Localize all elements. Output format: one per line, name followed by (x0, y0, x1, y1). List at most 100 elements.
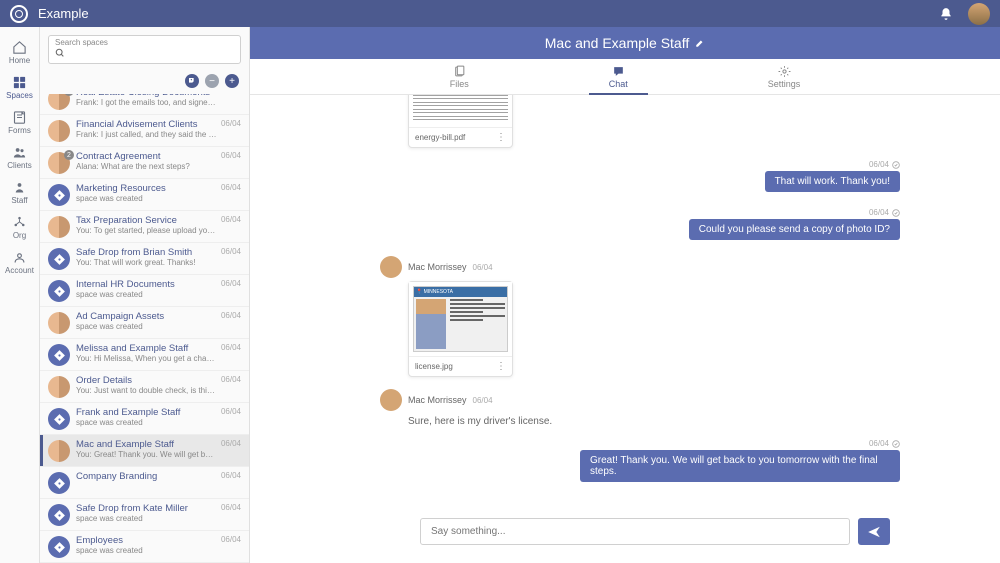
message: Mac Morrissey06/04Sure, here is my drive… (380, 389, 900, 427)
message-author: Mac Morrissey (408, 395, 467, 405)
nav-label: Clients (7, 161, 31, 170)
space-name: Company Branding (76, 471, 217, 482)
edit-title-icon[interactable] (695, 38, 705, 48)
nav-account[interactable]: Account (0, 245, 39, 280)
spaces-list[interactable]: 2Real Estate Closing DocumentsFrank: I g… (40, 94, 249, 563)
brand-logo[interactable] (10, 5, 28, 23)
search-input[interactable] (69, 47, 234, 58)
space-item[interactable]: Safe Drop from Kate Millerspace was crea… (40, 499, 249, 531)
space-preview: space was created (76, 290, 217, 299)
space-avatar-people (48, 94, 70, 110)
message-time: 06/04 (869, 160, 900, 169)
add-chat-button[interactable] (185, 74, 199, 88)
space-preview: You: That will work great. Thanks! (76, 258, 217, 267)
file-menu-icon[interactable]: ⋮ (496, 132, 506, 143)
space-item[interactable]: 2Contract AgreementAlana: What are the n… (40, 147, 249, 179)
spaces-sidebar: Search spaces − + 2Real Estate Closing D… (40, 27, 250, 563)
space-item[interactable]: Mac and Example StaffYou: Great! Thank y… (40, 435, 249, 467)
space-name: Frank and Example Staff (76, 407, 217, 418)
space-item[interactable]: Frank and Example Staffspace was created… (40, 403, 249, 435)
nav-home[interactable]: Home (0, 35, 39, 70)
space-name: Melissa and Example Staff (76, 343, 217, 354)
message-input[interactable] (420, 518, 850, 545)
space-item[interactable]: 2Real Estate Closing DocumentsFrank: I g… (40, 94, 249, 115)
file-attachment[interactable]: energy-bill.pdf ⋮ (408, 95, 513, 148)
space-preview: You: Just want to double check, is this … (76, 386, 217, 395)
space-item[interactable]: Internal HR Documentsspace was created06… (40, 275, 249, 307)
space-avatar-people (48, 120, 70, 142)
spaces-icon (12, 75, 27, 90)
nav-label: Home (9, 56, 30, 65)
file-name: energy-bill.pdf (415, 133, 465, 142)
space-date: 06/04 (221, 311, 241, 334)
forms-icon (12, 110, 27, 125)
message-avatar (380, 256, 402, 278)
nav-forms[interactable]: Forms (0, 105, 39, 140)
tab-settings[interactable]: Settings (748, 59, 821, 94)
nav-label: Staff (11, 196, 27, 205)
send-button[interactable] (858, 518, 890, 545)
tab-chat[interactable]: Chat (589, 59, 648, 94)
file-menu-icon[interactable]: ⋮ (496, 361, 506, 372)
space-avatar-icon (48, 536, 70, 558)
message: 06/04 That will work. Thank you! (380, 160, 900, 196)
message: 06/04 Great! Thank you. We will get back… (380, 439, 900, 486)
remove-button[interactable]: − (205, 74, 219, 88)
space-item[interactable]: Employeesspace was created06/04 (40, 531, 249, 563)
file-preview (409, 95, 512, 128)
space-avatar-icon (48, 408, 70, 430)
message-time: 06/04 (869, 439, 900, 448)
chat-tabs: Files Chat Settings (250, 59, 1000, 95)
brand-name: Example (38, 6, 89, 21)
nav-spaces[interactable]: Spaces (0, 70, 39, 105)
files-icon (453, 65, 466, 78)
nav-clients[interactable]: Clients (0, 140, 39, 175)
space-avatar-people (48, 376, 70, 398)
chat-icon (612, 65, 625, 78)
user-avatar[interactable] (968, 3, 990, 25)
space-preview: space was created (76, 194, 217, 203)
message-time: 06/04 (473, 263, 493, 272)
search-box[interactable]: Search spaces (48, 35, 241, 64)
nav-staff[interactable]: Staff (0, 175, 39, 210)
chat-main: Mac and Example Staff FilesChatSettings … (250, 27, 1000, 563)
chat-title: Mac and Example Staff (545, 35, 689, 51)
space-preview: You: Great! Thank you. We will get back … (76, 450, 217, 459)
space-item[interactable]: Melissa and Example StaffYou: Hi Melissa… (40, 339, 249, 371)
search-icon (55, 48, 65, 58)
space-item[interactable]: Ad Campaign Assetsspace was created06/04 (40, 307, 249, 339)
space-item[interactable]: Marketing Resourcesspace was created06/0… (40, 179, 249, 211)
notifications-icon[interactable] (939, 7, 953, 21)
chat-header: Mac and Example Staff (250, 27, 1000, 59)
space-item[interactable]: Safe Drop from Brian SmithYou: That will… (40, 243, 249, 275)
file-preview: 📍 MINNESOTA (409, 282, 512, 357)
space-preview: You: To get started, please upload your … (76, 226, 217, 235)
space-name: Tax Preparation Service (76, 215, 217, 226)
space-item[interactable]: Company Branding06/04 (40, 467, 249, 499)
messages-area[interactable]: Mac Morrissey 06/04 energy-bill.pdf ⋮ 06/04 … (250, 95, 1000, 508)
tab-label: Files (450, 79, 469, 89)
space-item[interactable]: Financial Advisement ClientsFrank: I jus… (40, 115, 249, 147)
space-name: Employees (76, 535, 217, 546)
space-avatar-people (48, 440, 70, 462)
space-name: Order Details (76, 375, 217, 386)
space-item[interactable]: Order DetailsYou: Just want to double ch… (40, 371, 249, 403)
space-date: 06/04 (221, 535, 241, 558)
sent-check-icon (892, 161, 900, 169)
message: Mac Morrissey06/04📍 MINNESOTAlicense.jpg… (380, 256, 900, 377)
nav-org[interactable]: Org (0, 210, 39, 245)
space-avatar-icon (48, 184, 70, 206)
add-button[interactable]: + (225, 74, 239, 88)
file-attachment[interactable]: 📍 MINNESOTAlicense.jpg⋮ (408, 281, 513, 377)
composer (250, 508, 1000, 563)
space-preview: Alana: What are the next steps? (76, 162, 217, 171)
space-avatar-people (48, 216, 70, 238)
space-date: 06/04 (221, 215, 241, 238)
space-preview: space was created (76, 322, 217, 331)
home-icon (12, 40, 27, 55)
message-bubble: Great! Thank you. We will get back to yo… (580, 450, 900, 482)
space-preview: space was created (76, 418, 217, 427)
tab-files[interactable]: Files (430, 59, 489, 94)
space-item[interactable]: Tax Preparation ServiceYou: To get start… (40, 211, 249, 243)
space-date: 06/04 (221, 375, 241, 398)
